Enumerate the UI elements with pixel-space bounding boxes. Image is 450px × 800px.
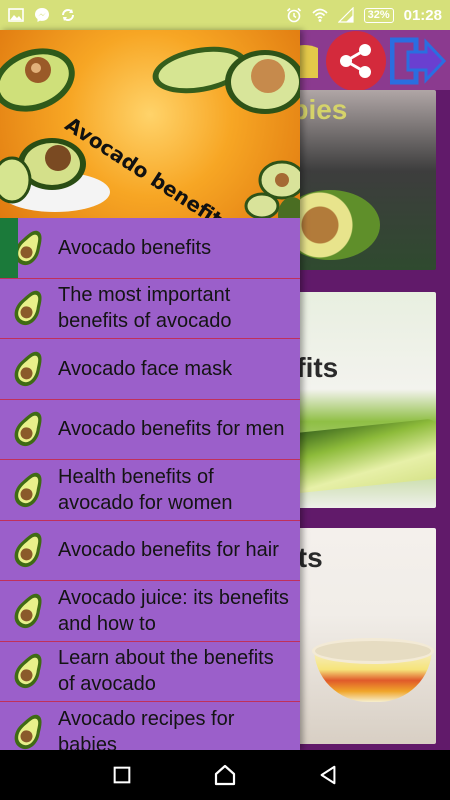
messenger-icon — [34, 7, 50, 23]
menu-item-label: The most important benefits of avocado — [58, 284, 232, 333]
recents-button[interactable] — [102, 755, 142, 795]
recents-icon — [113, 766, 130, 784]
menu-item-label: Avocado benefits for hair — [58, 539, 279, 562]
alarm-icon — [286, 7, 302, 23]
home-icon — [214, 764, 236, 786]
menu-item-benefits-for-women[interactable]: Health benefits of avocado for women — [0, 460, 300, 521]
avocado-icon — [0, 460, 58, 520]
sync-icon — [60, 7, 76, 23]
home-button[interactable] — [205, 755, 245, 795]
exit-button[interactable] — [390, 36, 446, 86]
avocado-icon — [0, 278, 58, 338]
avocado-icon — [0, 520, 58, 580]
drawer-menu: Avocado benefits The most important bene… — [0, 218, 300, 750]
menu-item-label: Avocado recipes for babies — [58, 707, 235, 750]
menu-item-avocado-benefits[interactable]: Avocado benefits — [0, 218, 300, 279]
clock: 01:28 — [403, 6, 442, 24]
menu-item-label: Health benefits of avocado for women — [58, 465, 233, 514]
menu-item-benefits-for-hair[interactable]: Avocado benefits for hair — [0, 520, 300, 581]
share-icon — [340, 44, 371, 78]
image-icon — [8, 7, 24, 23]
menu-item-recipes-for-babies[interactable]: Avocado recipes for babies — [0, 702, 300, 750]
bowl-rim — [312, 638, 434, 664]
menu-item-most-important-benefits[interactable]: The most important benefits of avocado — [0, 278, 300, 339]
back-icon — [320, 765, 336, 785]
navigation-drawer: Avocado benefits Avocado benefits The mo… — [0, 30, 300, 750]
wifi-icon — [312, 7, 328, 23]
avocado-icon — [0, 641, 58, 701]
active-indicator — [0, 218, 18, 278]
exit-icon — [390, 37, 446, 85]
avocado-icon — [0, 399, 58, 459]
battery-icon: 32% — [363, 7, 394, 23]
menu-item-label: Avocado juice: its benefits and how to — [58, 586, 289, 635]
avocado-icon — [0, 581, 58, 641]
system-nav-bar — [0, 750, 450, 800]
back-button[interactable] — [308, 755, 348, 795]
menu-item-label: Learn about the benefits of avocado — [58, 647, 274, 696]
menu-item-label: Avocado face mask — [58, 357, 233, 380]
menu-item-learn-about-benefits[interactable]: Learn about the benefits of avocado — [0, 641, 300, 702]
menu-item-benefits-for-men[interactable]: Avocado benefits for men — [0, 399, 300, 460]
menu-item-avocado-juice[interactable]: Avocado juice: its benefits and how to — [0, 581, 300, 642]
menu-item-label: Avocado benefits for men — [58, 418, 285, 441]
app-bar-actions — [288, 30, 450, 92]
drawer-header: Avocado benefits — [0, 30, 300, 218]
menu-item-face-mask[interactable]: Avocado face mask — [0, 339, 300, 400]
avocado-icon — [0, 339, 58, 399]
avocado-icon — [0, 702, 58, 750]
menu-item-label: Avocado benefits — [58, 236, 212, 259]
signal-icon — [337, 6, 354, 23]
status-bar: 32% 01:28 — [0, 0, 450, 30]
share-button[interactable] — [326, 31, 386, 91]
